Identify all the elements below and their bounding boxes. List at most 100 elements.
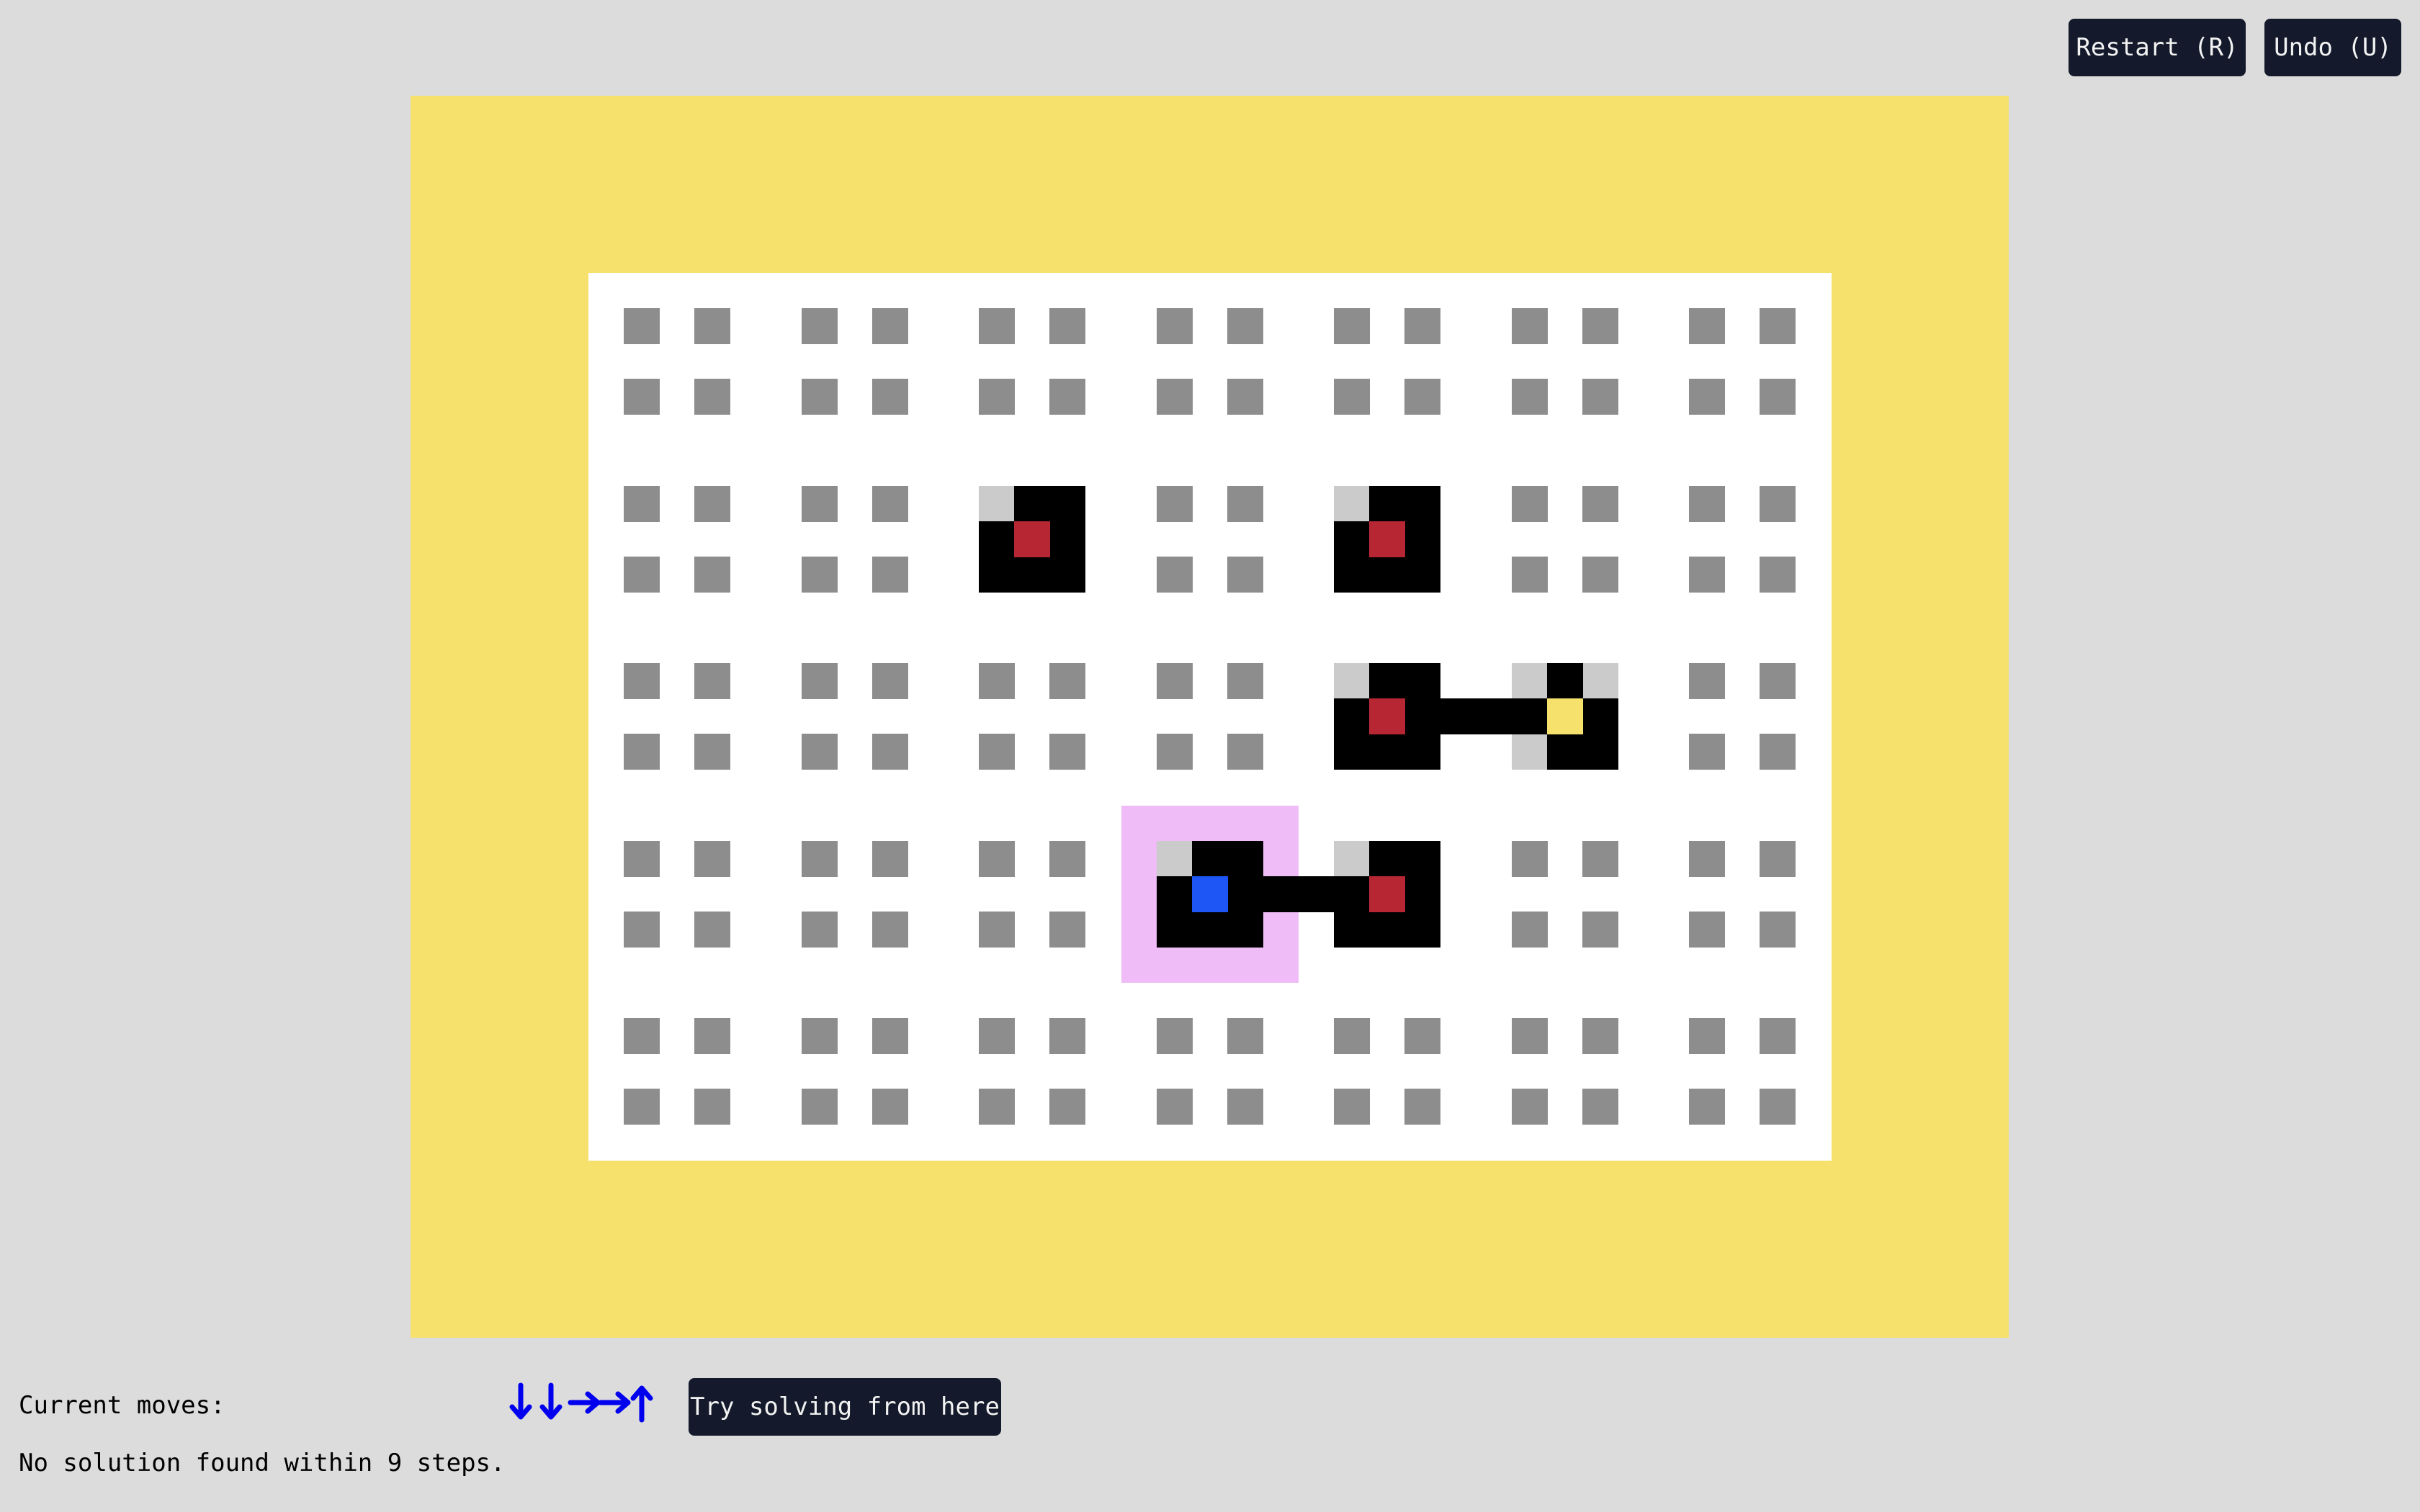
empty-cell-dot[interactable] [1689,911,1725,948]
empty-cell-dot[interactable] [871,663,908,699]
empty-cell-dot[interactable] [624,556,660,593]
try-solving-button[interactable]: Try solving from here [689,1378,1001,1436]
empty-cell-dot[interactable] [979,911,1015,948]
empty-cell-dot[interactable] [1582,379,1618,415]
empty-cell-dot[interactable] [1227,308,1263,344]
empty-cell-dot[interactable] [1227,379,1263,415]
empty-cell-dot[interactable] [1404,1089,1440,1125]
empty-cell-dot[interactable] [624,308,660,344]
game-board[interactable] [588,273,1832,1161]
empty-cell-dot[interactable] [1582,1018,1618,1054]
empty-cell-dot[interactable] [1760,911,1796,948]
empty-cell-dot[interactable] [1156,1018,1193,1054]
empty-cell-dot[interactable] [624,840,660,877]
empty-cell-dot[interactable] [1334,379,1370,415]
empty-cell-dot[interactable] [694,1089,730,1125]
empty-cell-dot[interactable] [1760,379,1796,415]
empty-cell-dot[interactable] [624,734,660,770]
empty-cell-dot[interactable] [1049,1089,1085,1125]
empty-cell-dot[interactable] [1582,308,1618,344]
empty-cell-dot[interactable] [871,485,908,522]
empty-cell-dot[interactable] [1689,663,1725,699]
empty-cell-dot[interactable] [1049,1018,1085,1054]
empty-cell-dot[interactable] [979,840,1015,877]
empty-cell-dot[interactable] [1689,379,1725,415]
empty-cell-dot[interactable] [1582,911,1618,948]
empty-cell-dot[interactable] [1227,734,1263,770]
empty-cell-dot[interactable] [801,840,838,877]
empty-cell-dot[interactable] [1511,485,1548,522]
empty-cell-dot[interactable] [1689,1089,1725,1125]
empty-cell-dot[interactable] [1404,1018,1440,1054]
empty-cell-dot[interactable] [1582,556,1618,593]
empty-cell-dot[interactable] [1511,308,1548,344]
empty-cell-dot[interactable] [801,1089,838,1125]
empty-cell-dot[interactable] [871,840,908,877]
empty-cell-dot[interactable] [624,379,660,415]
empty-cell-dot[interactable] [1404,379,1440,415]
empty-cell-dot[interactable] [979,379,1015,415]
empty-cell-dot[interactable] [1156,663,1193,699]
empty-cell-dot[interactable] [871,1018,908,1054]
empty-cell-dot[interactable] [694,663,730,699]
empty-cell-dot[interactable] [1760,556,1796,593]
empty-cell-dot[interactable] [1156,1089,1193,1125]
empty-cell-dot[interactable] [1689,556,1725,593]
empty-cell-dot[interactable] [1689,308,1725,344]
empty-cell-dot[interactable] [1227,556,1263,593]
empty-cell-dot[interactable] [801,308,838,344]
empty-cell-dot[interactable] [1511,1018,1548,1054]
empty-cell-dot[interactable] [1334,308,1370,344]
empty-cell-dot[interactable] [1049,663,1085,699]
empty-cell-dot[interactable] [871,556,908,593]
empty-cell-dot[interactable] [1582,485,1618,522]
restart-button[interactable]: Restart (R) [2069,19,2246,76]
empty-cell-dot[interactable] [694,911,730,948]
empty-cell-dot[interactable] [1760,308,1796,344]
empty-cell-dot[interactable] [1760,840,1796,877]
empty-cell-dot[interactable] [694,485,730,522]
empty-cell-dot[interactable] [624,1018,660,1054]
empty-cell-dot[interactable] [1511,379,1548,415]
empty-cell-dot[interactable] [694,734,730,770]
empty-cell-dot[interactable] [801,379,838,415]
empty-cell-dot[interactable] [1156,379,1193,415]
empty-cell-dot[interactable] [1511,840,1548,877]
empty-cell-dot[interactable] [694,840,730,877]
empty-cell-dot[interactable] [1049,840,1085,877]
empty-cell-dot[interactable] [1511,556,1548,593]
empty-cell-dot[interactable] [694,379,730,415]
empty-cell-dot[interactable] [1156,308,1193,344]
empty-cell-dot[interactable] [1049,911,1085,948]
empty-cell-dot[interactable] [1689,485,1725,522]
empty-cell-dot[interactable] [979,1018,1015,1054]
empty-cell-dot[interactable] [1689,734,1725,770]
empty-cell-dot[interactable] [1156,556,1193,593]
empty-cell-dot[interactable] [1049,308,1085,344]
empty-cell-dot[interactable] [1156,485,1193,522]
empty-cell-dot[interactable] [1227,485,1263,522]
empty-cell-dot[interactable] [1689,1018,1725,1054]
undo-button[interactable]: Undo (U) [2264,19,2401,76]
empty-cell-dot[interactable] [1156,734,1193,770]
empty-cell-dot[interactable] [871,1089,908,1125]
empty-cell-dot[interactable] [624,485,660,522]
empty-cell-dot[interactable] [1334,1018,1370,1054]
piece-block[interactable] [1582,698,1618,770]
empty-cell-dot[interactable] [801,663,838,699]
empty-cell-dot[interactable] [871,734,908,770]
empty-cell-dot[interactable] [1049,379,1085,415]
empty-cell-dot[interactable] [801,911,838,948]
empty-cell-dot[interactable] [1760,1089,1796,1125]
empty-cell-dot[interactable] [1760,663,1796,699]
empty-cell-dot[interactable] [979,1089,1015,1125]
empty-cell-dot[interactable] [801,734,838,770]
empty-cell-dot[interactable] [624,663,660,699]
empty-cell-dot[interactable] [1582,840,1618,877]
empty-cell-dot[interactable] [979,734,1015,770]
empty-cell-dot[interactable] [694,308,730,344]
empty-cell-dot[interactable] [871,308,908,344]
empty-cell-dot[interactable] [624,911,660,948]
empty-cell-dot[interactable] [624,1089,660,1125]
empty-cell-dot[interactable] [871,379,908,415]
